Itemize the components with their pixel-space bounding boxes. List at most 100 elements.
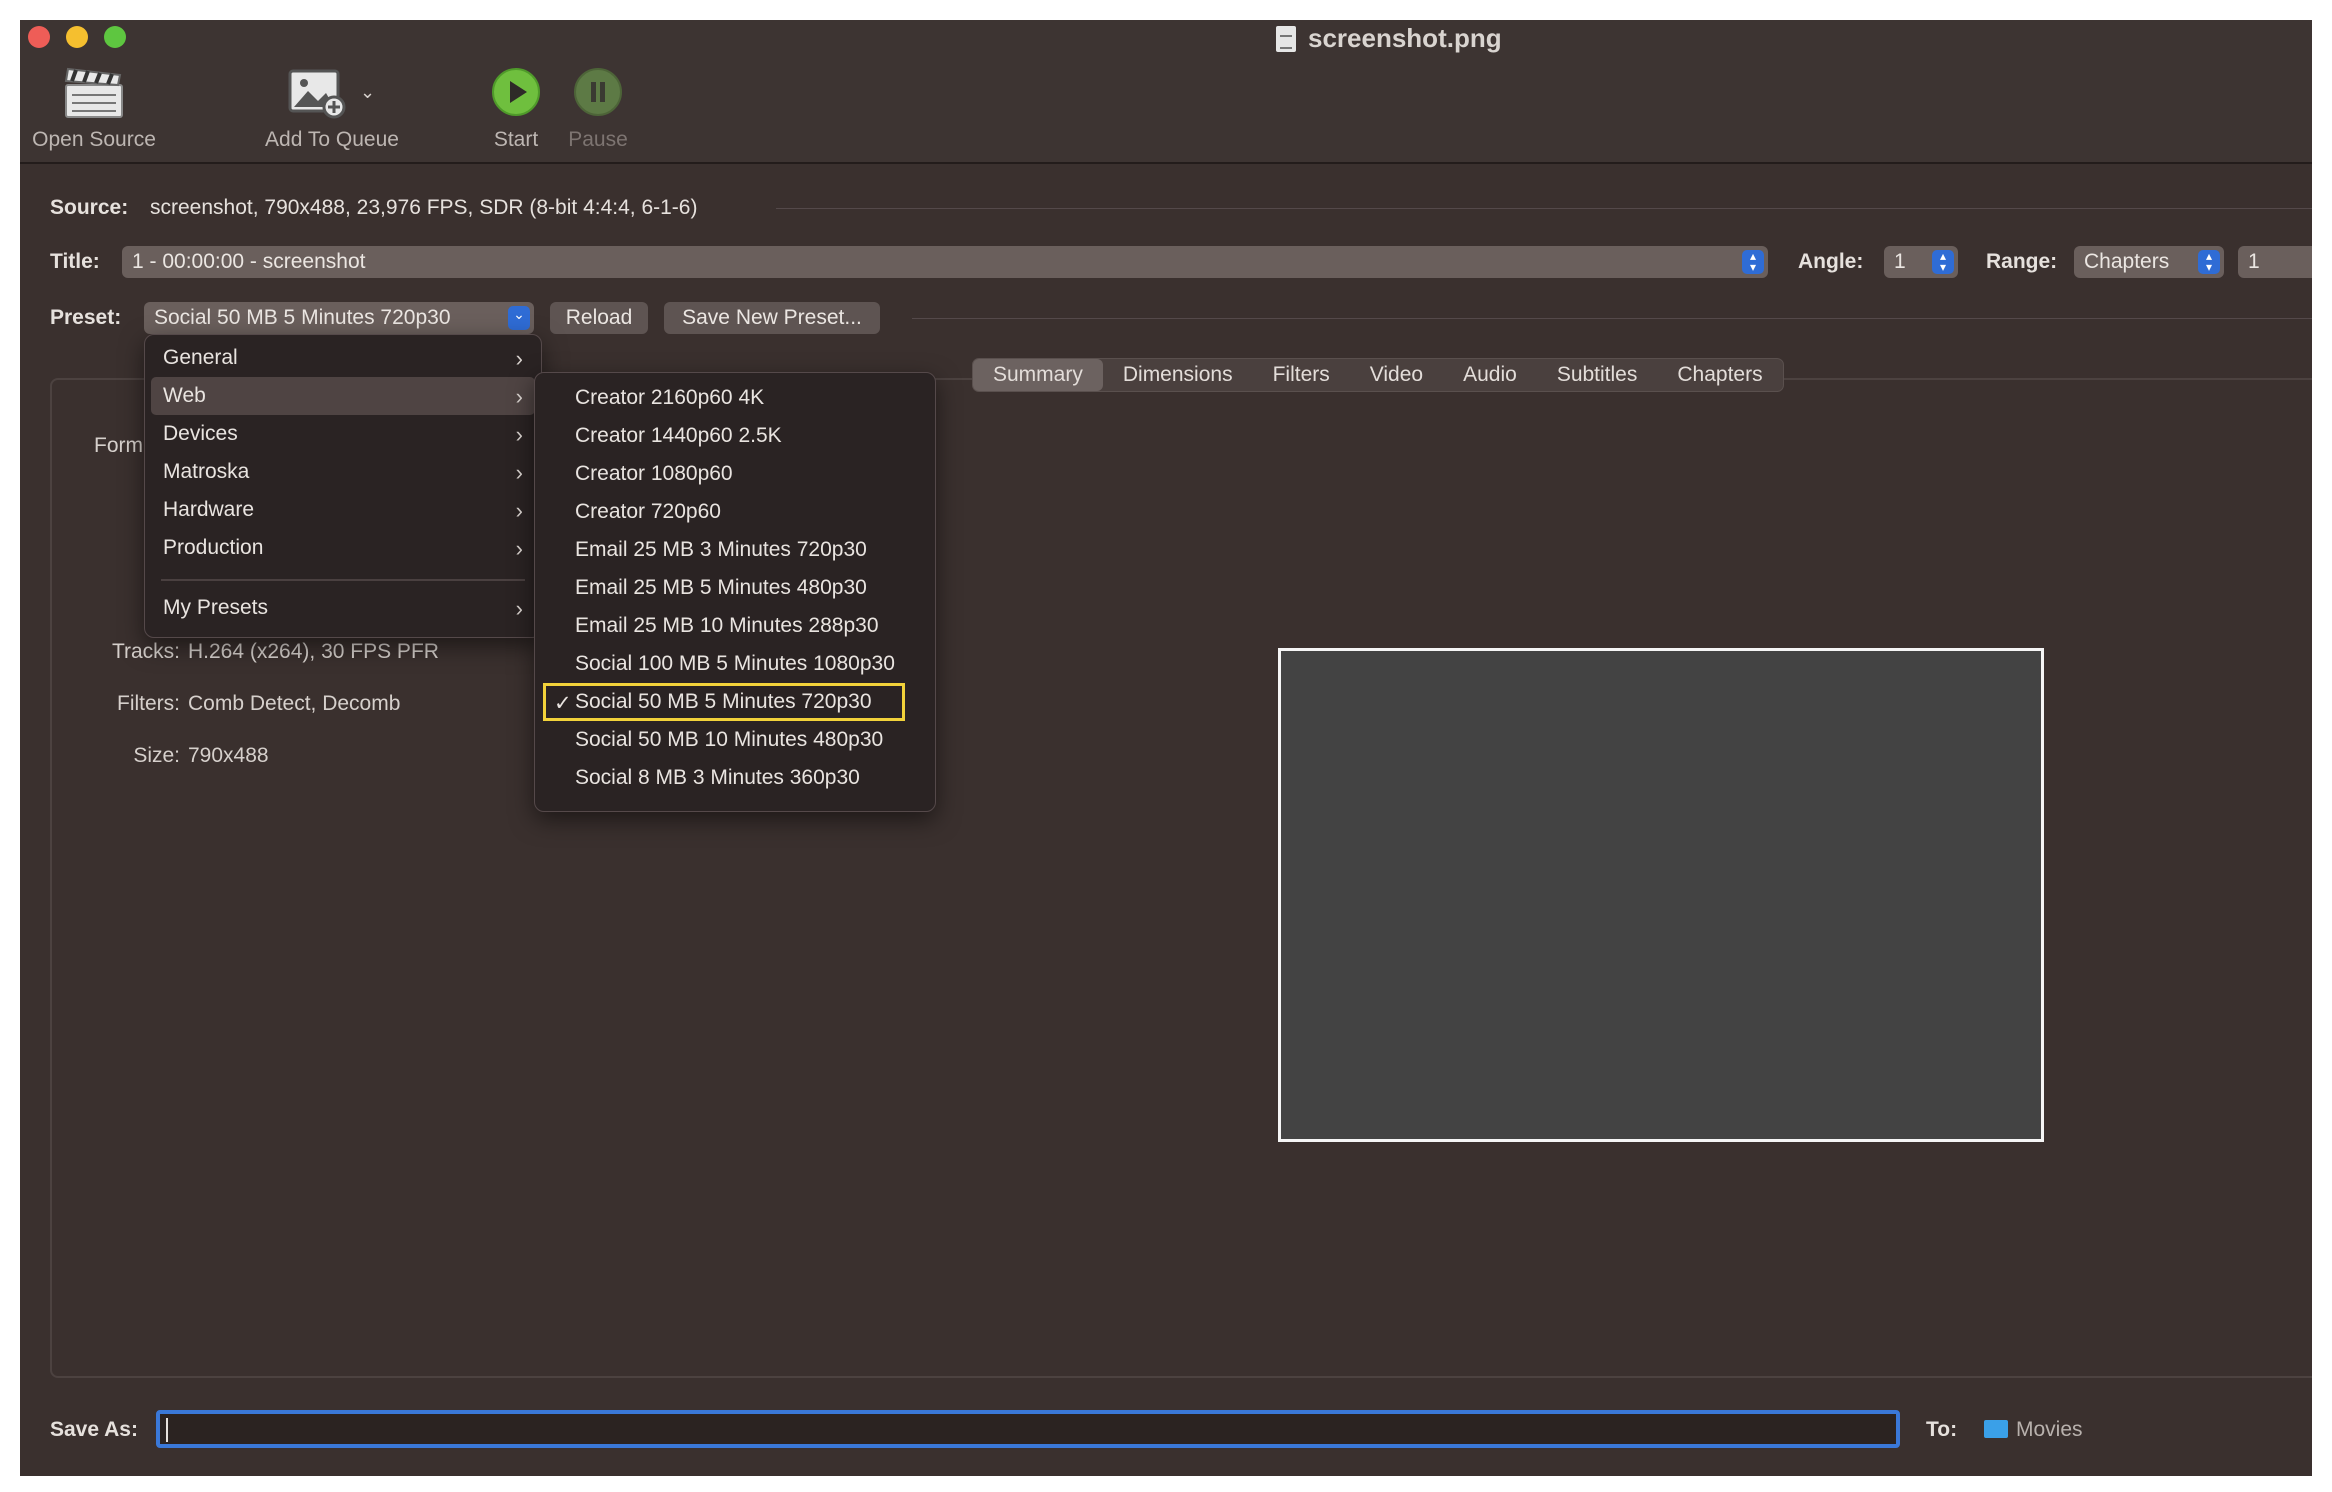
play-icon xyxy=(476,64,556,120)
preset-item-creator-1080p60[interactable]: Creator 1080p60 xyxy=(543,455,927,493)
tab-summary[interactable]: Summary xyxy=(973,359,1103,391)
range-label: Range: xyxy=(1986,250,2058,273)
chevron-down-icon[interactable]: ⌄ xyxy=(360,82,375,103)
preset-label: Preset: xyxy=(50,306,122,329)
range-start-value: 1 xyxy=(2248,250,2260,273)
tab-chapters[interactable]: Chapters xyxy=(1657,359,1782,391)
filters-label: Filters: xyxy=(117,692,180,715)
chevron-right-icon: › xyxy=(515,536,523,561)
save-as-input[interactable] xyxy=(156,1410,1900,1448)
destination-label: Movies xyxy=(2016,1418,2083,1441)
document-icon xyxy=(1276,25,1296,52)
start-button[interactable]: Start xyxy=(476,64,556,152)
preset-category-menu: General › Web › Devices › Matroska › Hardwar… xyxy=(144,334,542,638)
source-label: Source: xyxy=(50,196,129,219)
up-down-arrows-icon: ▴ ▾ xyxy=(1742,250,1764,274)
minimize-window-button[interactable] xyxy=(66,26,88,48)
tracks-label: Tracks: xyxy=(111,640,180,663)
chevron-right-icon: › xyxy=(515,460,523,485)
preset-item-social-50mb-10min-480p30[interactable]: Social 50 MB 10 Minutes 480p30 xyxy=(543,721,927,759)
save-as-label: Save As: xyxy=(50,1418,138,1441)
preset-item-creator-2160p60-4k[interactable]: Creator 2160p60 4K xyxy=(543,379,927,417)
preset-divider xyxy=(912,318,2312,319)
angle-select-value: 1 xyxy=(1894,250,1906,273)
preset-item-email-25mb-3min-720p30[interactable]: Email 25 MB 3 Minutes 720p30 xyxy=(543,531,927,569)
menu-item-label: Hardware xyxy=(163,498,255,521)
menu-item-web[interactable]: Web › xyxy=(151,377,535,415)
source-divider xyxy=(776,208,2312,209)
menu-item-devices[interactable]: Devices › xyxy=(151,415,535,453)
menu-separator xyxy=(161,579,525,581)
destination-button[interactable]: Movies xyxy=(1984,1418,2083,1442)
format-label: Form xyxy=(94,434,143,457)
preset-item-social-8mb-3min-360p30[interactable]: Social 8 MB 3 Minutes 360p30 xyxy=(543,759,927,797)
menu-item-label: Web xyxy=(163,384,206,407)
up-down-arrows-icon: ▴ ▾ xyxy=(1932,250,1954,274)
add-to-queue-label: Add To Queue xyxy=(265,128,399,151)
pause-icon xyxy=(558,64,638,120)
chevron-right-icon: › xyxy=(515,422,523,447)
close-window-button[interactable] xyxy=(28,26,50,48)
preset-item-social-50mb-5min-720p30[interactable]: ✓ Social 50 MB 5 Minutes 720p30 xyxy=(543,683,905,721)
range-select-value: Chapters xyxy=(2084,250,2170,273)
angle-label: Angle: xyxy=(1798,250,1864,273)
add-to-queue-icon: ⌄ xyxy=(242,64,422,120)
preset-select[interactable]: Social 50 MB 5 Minutes 720p30 ⌄ xyxy=(144,302,534,334)
title-select[interactable]: 1 - 00:00:00 - screenshot ▴ ▾ xyxy=(122,246,1768,278)
menu-item-my-presets[interactable]: My Presets › xyxy=(151,589,535,627)
to-label: To: xyxy=(1926,1418,1958,1441)
size-value: 790x488 xyxy=(188,744,269,767)
menu-item-general[interactable]: General › xyxy=(151,339,535,377)
preview-image[interactable] xyxy=(1278,648,2044,1142)
chevron-right-icon: › xyxy=(515,384,523,409)
web-presets-submenu: Creator 2160p60 4K Creator 1440p60 2.5K … xyxy=(534,372,936,812)
tab-video[interactable]: Video xyxy=(1350,359,1443,391)
toolbar: screenshot.png Open Source ⌄ Add To Queu… xyxy=(20,20,2312,164)
start-label: Start xyxy=(493,128,539,151)
menu-item-label: Devices xyxy=(163,422,238,445)
range-select[interactable]: Chapters ▴ ▾ xyxy=(2074,246,2224,278)
save-new-preset-button[interactable]: Save New Preset... xyxy=(664,302,880,334)
open-source-button[interactable]: Open Source xyxy=(26,64,162,152)
tab-dimensions[interactable]: Dimensions xyxy=(1103,359,1253,391)
handbrake-window: screenshot.png Open Source ⌄ Add To Queu… xyxy=(20,20,2312,1476)
preset-select-value: Social 50 MB 5 Minutes 720p30 xyxy=(154,306,451,329)
window-title: screenshot.png xyxy=(1276,23,1502,54)
menu-item-label: Production xyxy=(163,536,264,559)
menu-item-hardware[interactable]: Hardware › xyxy=(151,491,535,529)
pause-button[interactable]: Pause xyxy=(558,64,638,152)
preset-item-social-100mb-5min-1080p30[interactable]: Social 100 MB 5 Minutes 1080p30 xyxy=(543,645,927,683)
preset-item-creator-720p60[interactable]: Creator 720p60 xyxy=(543,493,927,531)
open-source-label: Open Source xyxy=(32,128,156,151)
tab-subtitles[interactable]: Subtitles xyxy=(1537,359,1658,391)
filters-value: Comb Detect, Decomb xyxy=(188,692,401,715)
menu-item-production[interactable]: Production › xyxy=(151,529,535,567)
menu-item-matroska[interactable]: Matroska › xyxy=(151,453,535,491)
add-to-queue-button[interactable]: ⌄ Add To Queue xyxy=(242,64,422,152)
chevron-right-icon: › xyxy=(515,346,523,371)
tab-audio[interactable]: Audio xyxy=(1443,359,1537,391)
title-select-value: 1 - 00:00:00 - screenshot xyxy=(132,250,366,273)
reload-button[interactable]: Reload xyxy=(550,302,648,334)
zoom-window-button[interactable] xyxy=(104,26,126,48)
folder-icon xyxy=(1984,1420,2008,1438)
checkmark-icon: ✓ xyxy=(554,692,572,715)
chevron-right-icon: › xyxy=(515,596,523,621)
size-label: Size: xyxy=(133,744,180,767)
tracks-value: H.264 (x264), 30 FPS PFR xyxy=(188,640,439,663)
window-title-text: screenshot.png xyxy=(1308,23,1502,53)
chevron-down-icon: ⌄ xyxy=(508,306,530,330)
pause-label: Pause xyxy=(568,128,628,151)
text-caret xyxy=(166,1418,168,1442)
clapperboard-icon xyxy=(26,64,162,120)
angle-select[interactable]: 1 ▴ ▾ xyxy=(1884,246,1958,278)
preset-item-email-25mb-5min-480p30[interactable]: Email 25 MB 5 Minutes 480p30 xyxy=(543,569,927,607)
preset-item-creator-1440p60-2-5k[interactable]: Creator 1440p60 2.5K xyxy=(543,417,927,455)
tab-filters[interactable]: Filters xyxy=(1253,359,1350,391)
preset-item-email-25mb-10min-288p30[interactable]: Email 25 MB 10 Minutes 288p30 xyxy=(543,607,927,645)
menu-item-label: My Presets xyxy=(163,596,269,619)
range-start-select[interactable]: 1 xyxy=(2238,246,2312,278)
settings-tabs: Summary Dimensions Filters Video Audio S… xyxy=(972,358,1784,392)
chevron-right-icon: › xyxy=(515,498,523,523)
menu-item-label: General xyxy=(163,346,238,369)
